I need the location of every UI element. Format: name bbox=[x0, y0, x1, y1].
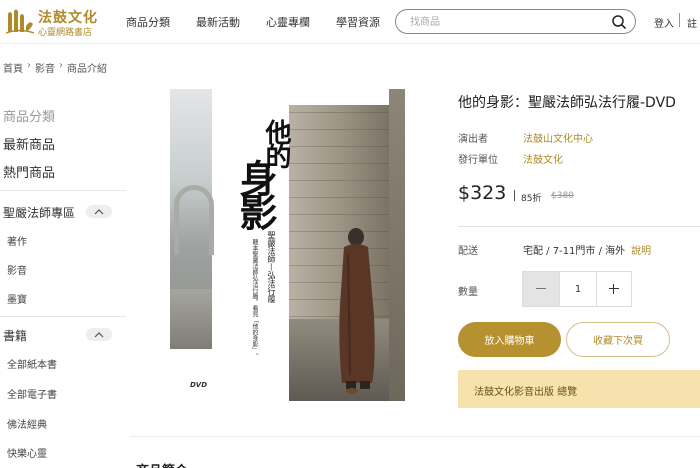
breadcrumb-media[interactable]: 影音 bbox=[35, 60, 55, 75]
nav-product-categories[interactable]: 商品分類 bbox=[126, 14, 170, 30]
cover-arch bbox=[174, 185, 214, 255]
cover-english-title: Master Sheng Yen bbox=[274, 239, 282, 302]
site-header: 法鼓文化 心靈網路書店 商品分類 最新活動 心靈專欄 學習資源 登入 註 bbox=[0, 0, 700, 44]
search-icon[interactable] bbox=[611, 14, 627, 30]
sidebar-group-master-sheng-yen[interactable]: 聖嚴法師專區 bbox=[3, 204, 75, 221]
sidebar-group-books[interactable]: 書籍 bbox=[3, 327, 27, 344]
shipping-value: 宅配 / 7-11門市 / 海外 bbox=[523, 246, 626, 257]
cover-edge-strip bbox=[389, 89, 405, 401]
quantity-increase-button[interactable] bbox=[597, 272, 631, 306]
save-for-later-button[interactable]: 收藏下次買 bbox=[566, 322, 670, 357]
category-sidebar: 商品分類 最新商品 熱門商品 聖嚴法師專區 著作 影音 墨寶 書籍 全部紙本書 … bbox=[0, 96, 126, 468]
sidebar-divider bbox=[0, 190, 126, 191]
sidebar-divider bbox=[0, 316, 126, 317]
nav-latest-events[interactable]: 最新活動 bbox=[196, 14, 240, 30]
nav-spiritual-column[interactable]: 心靈專欄 bbox=[266, 14, 310, 30]
nav-learning-resources[interactable]: 學習資源 bbox=[336, 14, 380, 30]
performer-link[interactable]: 法鼓山文化中心 bbox=[523, 130, 593, 145]
original-price: $380 bbox=[551, 191, 574, 201]
add-to-cart-button[interactable]: 放入購物車 bbox=[458, 322, 561, 357]
quantity-decrease-button[interactable] bbox=[523, 272, 559, 306]
logo-subtitle: 心靈網路書店 bbox=[38, 28, 93, 38]
sidebar-subitem-all-ebooks[interactable]: 全部電子書 bbox=[7, 386, 57, 401]
performer-label: 演出者 bbox=[458, 134, 488, 145]
sidebar-subitem-calligraphy[interactable]: 墨寶 bbox=[7, 291, 27, 306]
sidebar-item-latest[interactable]: 最新商品 bbox=[3, 134, 55, 153]
monk-figure-icon bbox=[339, 228, 375, 394]
product-title: 他的身影：聖嚴法師弘法行履-DVD bbox=[458, 95, 676, 111]
login-link[interactable]: 登入 bbox=[654, 15, 674, 30]
publisher-label: 發行單位 bbox=[458, 155, 498, 166]
sidebar-subitem-all-print-books[interactable]: 全部紙本書 bbox=[7, 356, 57, 371]
logo-title: 法鼓文化 bbox=[38, 10, 98, 26]
section-divider bbox=[130, 436, 700, 437]
sidebar-item-popular[interactable]: 熱門商品 bbox=[3, 162, 55, 181]
chevron-up-icon bbox=[94, 209, 104, 215]
banner-text: 法鼓文化影音出版 總覽 bbox=[474, 387, 578, 398]
search-input[interactable] bbox=[410, 14, 600, 30]
cover-title-line2: 身影 bbox=[233, 159, 278, 227]
shipping-info-link[interactable]: 說明 bbox=[631, 246, 651, 257]
page: 法鼓文化 心靈網路書店 商品分類 最新活動 心靈專欄 學習資源 登入 註 首頁 … bbox=[0, 0, 700, 468]
cover-dvd-logo: DVD bbox=[190, 381, 208, 389]
search-box bbox=[395, 9, 636, 34]
discount-badge: 85折 bbox=[521, 194, 542, 204]
sidebar-subitem-buddhist-classics[interactable]: 佛法經典 bbox=[7, 416, 47, 431]
price-divider bbox=[514, 190, 515, 201]
header-divider bbox=[679, 13, 680, 27]
info-divider bbox=[458, 226, 700, 227]
quantity-stepper: 1 bbox=[522, 271, 632, 307]
plus-icon-stroke bbox=[613, 284, 614, 294]
quantity-label: 數量 bbox=[458, 287, 478, 298]
sidebar-heading: 商品分類 bbox=[3, 110, 56, 125]
quantity-value[interactable]: 1 bbox=[559, 272, 597, 306]
minus-icon bbox=[536, 288, 546, 289]
breadcrumb-chevron-icon: › bbox=[59, 60, 63, 71]
main-nav: 商品分類 最新活動 心靈專欄 學習資源 bbox=[126, 14, 406, 30]
breadcrumb-chevron-icon: › bbox=[27, 60, 31, 71]
sidebar-group-toggle[interactable] bbox=[86, 205, 112, 218]
publisher-banner[interactable]: 法鼓文化影音出版 總覽 bbox=[458, 370, 700, 408]
product-intro-heading: 商品簡介 bbox=[136, 460, 188, 468]
sidebar-subitem-works[interactable]: 著作 bbox=[7, 233, 27, 248]
site-logo[interactable]: 法鼓文化 心靈網路書店 bbox=[6, 6, 118, 38]
breadcrumb-home[interactable]: 首頁 bbox=[3, 60, 23, 75]
publisher-link[interactable]: 法鼓文化 bbox=[523, 151, 563, 166]
plus-icon bbox=[609, 288, 619, 289]
chevron-up-icon bbox=[94, 332, 104, 338]
breadcrumb: 首頁 › 影音 › 商品介紹 bbox=[3, 60, 107, 75]
sidebar-group-toggle[interactable] bbox=[86, 328, 112, 341]
cover-ground bbox=[170, 289, 212, 349]
sidebar-subitem-happy-mind[interactable]: 快樂心靈 bbox=[7, 445, 47, 460]
cover-caption: 聽本聖嚴法師弘法行履，看見「他的身影」。 bbox=[251, 239, 258, 359]
breadcrumb-current: 商品介紹 bbox=[67, 64, 107, 75]
register-link[interactable]: 註 bbox=[687, 15, 697, 30]
product-cover-image[interactable]: 他的 身影 聖嚴法師—弘法行履 聽本聖嚴法師弘法行履，看見「他的身影」。 Mas… bbox=[170, 89, 405, 401]
logo-mark-icon bbox=[6, 9, 34, 34]
sidebar-subitem-media[interactable]: 影音 bbox=[7, 262, 27, 277]
shipping-options: 宅配 / 7-11門市 / 海外 說明 bbox=[523, 242, 651, 257]
product-price: $323 bbox=[458, 182, 507, 204]
shipping-label: 配送 bbox=[458, 246, 478, 257]
